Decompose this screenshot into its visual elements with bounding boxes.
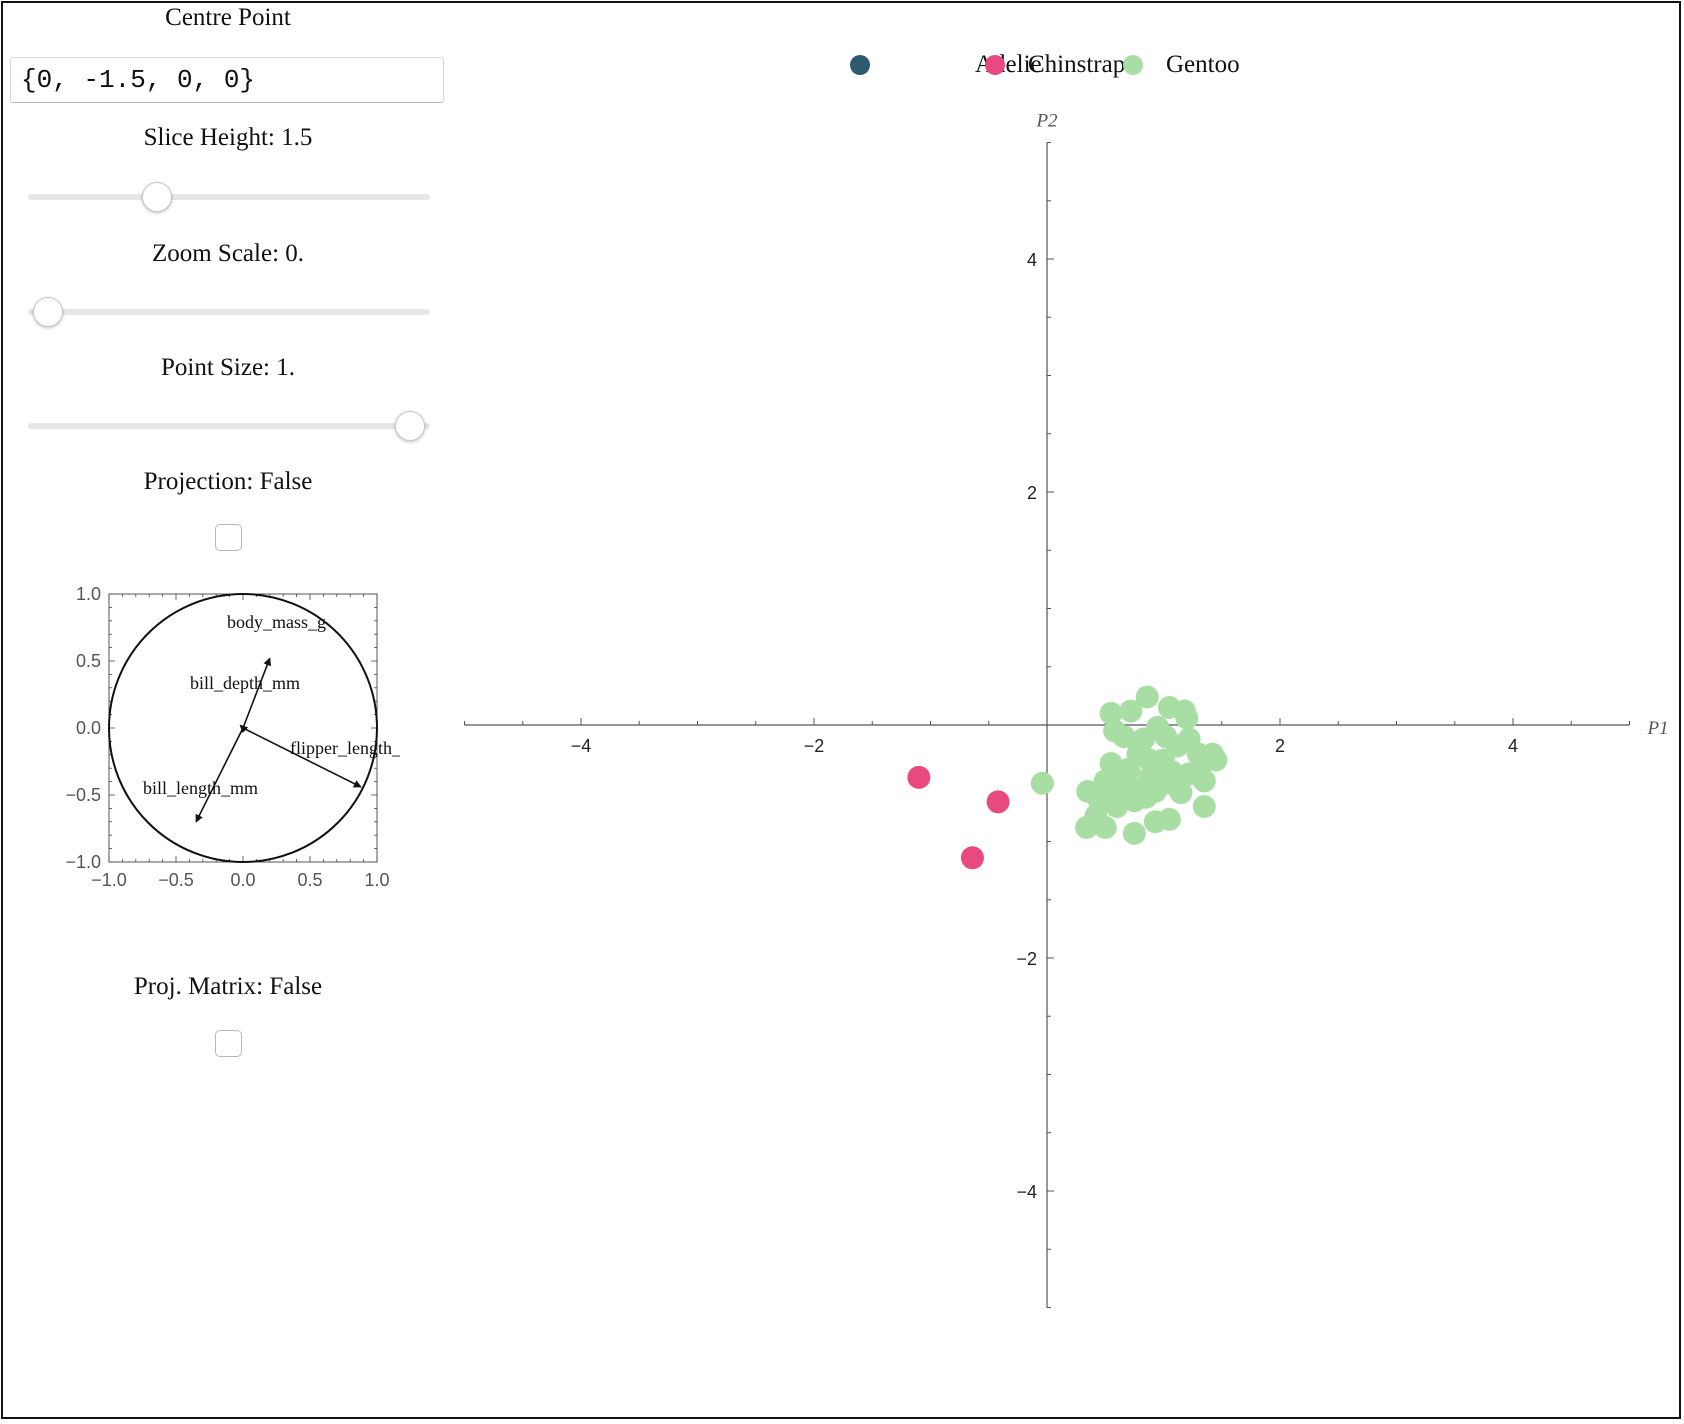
data-point-chinstrap <box>907 765 931 789</box>
data-point-chinstrap <box>960 846 984 870</box>
vector-label: bill_length_mm <box>143 778 258 798</box>
y-tick-label: 4 <box>1027 250 1037 270</box>
y-tick-label: −2 <box>1016 949 1037 969</box>
vector-label: flipper_length_mm <box>290 738 400 758</box>
vector-label: bill_depth_mm <box>190 673 300 693</box>
x-tick-label: −1.0 <box>91 870 127 890</box>
point-size-slider[interactable] <box>28 410 430 444</box>
projection-scatter-chart: AdelieChinstrap Gentoo −4 −2 2 4 −4 −2 2 4 P1 P2 <box>464 51 1669 1308</box>
legend-label: Chinstrap <box>1028 51 1125 78</box>
loading-vector-bill-depth-mm: bill_depth_mm <box>190 673 300 734</box>
data-point-gentoo <box>1134 785 1158 809</box>
data-point-gentoo <box>1192 769 1216 793</box>
slider-thumb[interactable] <box>394 411 425 441</box>
zoom-scale-label: Zoom Scale: 0. <box>151 240 305 267</box>
zoom-scale-slider[interactable] <box>28 296 430 330</box>
legend-marker <box>1123 55 1143 75</box>
x-tick-label: 0.5 <box>297 870 322 890</box>
legend-item-gentoo: Gentoo <box>1123 51 1240 78</box>
legend-label: Gentoo <box>1166 51 1240 78</box>
y-tick-label: 2 <box>1027 483 1037 503</box>
vector-label: body_mass_g <box>227 612 326 632</box>
slice-height-slider[interactable] <box>28 181 430 215</box>
x-tick-label: 0.0 <box>230 870 255 890</box>
legend-marker <box>985 55 1005 75</box>
control-panel: Centre Point {0, -1.5, 0, 0} Slice Heigh… <box>2 0 454 1100</box>
y-tick-label: 1.0 <box>76 585 101 604</box>
y-tick-label: 0.0 <box>76 718 101 738</box>
data-point-gentoo <box>1169 781 1193 805</box>
projection-label: Projection: False <box>143 468 313 495</box>
proj-matrix-checkbox[interactable] <box>215 1030 242 1057</box>
vector-arrow <box>239 724 249 734</box>
legend-item-adelie: Adelie <box>850 51 1042 78</box>
y-tick-label: −4 <box>1016 1182 1037 1202</box>
y-tick-label: 0.5 <box>76 651 101 671</box>
x-axis-label: P1 <box>1647 718 1669 739</box>
x-tick-label: 1.0 <box>364 870 389 890</box>
slider-thumb[interactable] <box>141 182 172 212</box>
data-point-gentoo <box>1122 821 1146 845</box>
loading-vector-body-mass-g: body_mass_g <box>227 612 326 729</box>
y-tick-label: −0.5 <box>65 785 101 805</box>
slider-thumb[interactable] <box>33 297 64 327</box>
point-size-label: Point Size: 1. <box>160 354 296 381</box>
x-tick-label: −4 <box>571 736 592 756</box>
slider-track <box>28 194 430 200</box>
x-tick-label: −0.5 <box>158 870 194 890</box>
centre-point-label: Centre Point <box>165 4 291 31</box>
data-point-gentoo <box>1152 748 1175 772</box>
correlation-circle-chart: −1.0 −0.5 0.0 0.5 1.0 1.0 0.5 0.0 −0.5 −1.0 body_m… <box>65 585 400 890</box>
data-point-gentoo <box>1157 807 1181 831</box>
x-tick-label: 4 <box>1508 736 1518 756</box>
data-point-chinstrap <box>986 790 1010 814</box>
vector-arrow <box>242 657 272 729</box>
data-point-gentoo <box>1093 816 1117 840</box>
data-point-gentoo <box>1114 764 1138 788</box>
y-tick-label: −1.0 <box>65 852 101 872</box>
data-point-gentoo <box>1192 795 1216 819</box>
slice-height-label: Slice Height: 1.5 <box>143 124 313 151</box>
data-point-gentoo <box>1132 727 1156 751</box>
y-axis-label: P2 <box>1035 111 1058 132</box>
x-tick-label: −2 <box>804 736 825 756</box>
slider-track <box>28 309 430 315</box>
data-point-gentoo <box>1135 685 1159 709</box>
legend-marker <box>850 55 870 75</box>
data-point-gentoo <box>1175 706 1199 730</box>
centre-point-input[interactable]: {0, -1.5, 0, 0} <box>10 57 444 103</box>
vector-arrow <box>195 727 244 823</box>
loading-vector-bill-length-mm: bill_length_mm <box>143 727 258 823</box>
projection-checkbox[interactable] <box>215 524 242 551</box>
slider-track <box>28 423 430 429</box>
data-point-gentoo <box>1030 771 1054 795</box>
proj-matrix-label: Proj. Matrix: False <box>133 973 323 1000</box>
x-tick-label: 2 <box>1275 736 1285 756</box>
